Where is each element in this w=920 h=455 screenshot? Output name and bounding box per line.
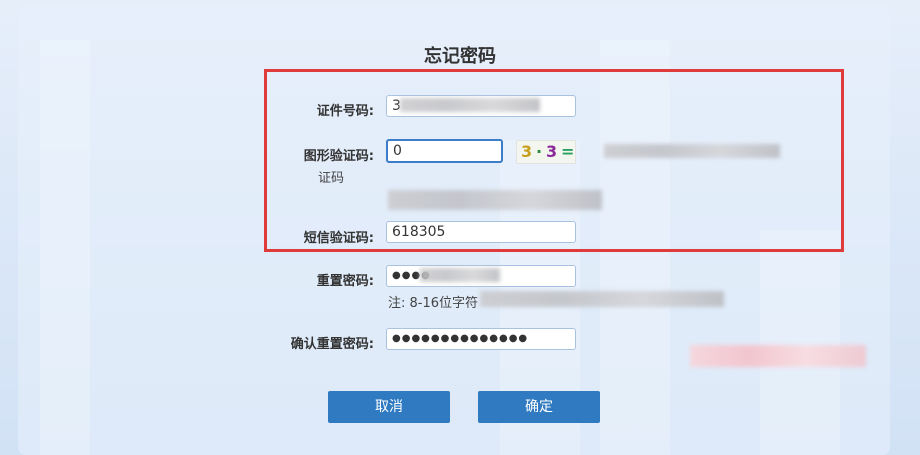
captcha-char-2: · bbox=[536, 142, 543, 161]
redaction-blur bbox=[480, 291, 724, 307]
cancel-button[interactable]: 取消 bbox=[328, 391, 450, 423]
captcha-char-1: 3 bbox=[521, 142, 533, 161]
redaction-blur bbox=[388, 190, 602, 210]
confirm-password-label: 确认重置密码: bbox=[290, 337, 374, 352]
id-number-label: 证件号码: bbox=[316, 104, 374, 119]
captcha-image[interactable]: 3 · 3 = bbox=[516, 140, 576, 164]
captcha-input-value: 0 bbox=[393, 143, 402, 159]
captcha-sublabel: 证码 bbox=[318, 171, 345, 186]
reset-password-label: 重置密码: bbox=[316, 274, 374, 289]
redaction-blur bbox=[420, 268, 500, 282]
redaction-blur bbox=[690, 345, 866, 367]
confirm-button[interactable]: 确定 bbox=[478, 391, 600, 423]
confirm-password-value: ●●●●●●●●●●●●●● bbox=[392, 333, 529, 344]
sms-code-value: 618305 bbox=[392, 224, 446, 240]
captcha-char-4: = bbox=[561, 142, 575, 161]
redaction-blur bbox=[400, 98, 540, 112]
captcha-char-3: 3 bbox=[546, 142, 558, 161]
sms-code-input[interactable]: 618305 bbox=[386, 221, 576, 243]
captcha-input[interactable]: 0 bbox=[386, 139, 503, 163]
captcha-label: 图形验证码: bbox=[303, 149, 374, 164]
sms-code-label: 短信验证码: bbox=[303, 231, 374, 246]
page-title: 忘记密码 bbox=[424, 46, 496, 67]
confirm-password-input[interactable]: ●●●●●●●●●●●●●● bbox=[386, 328, 576, 350]
password-hint: 注: 8-16位字符 bbox=[388, 296, 479, 311]
redaction-blur bbox=[604, 144, 780, 158]
